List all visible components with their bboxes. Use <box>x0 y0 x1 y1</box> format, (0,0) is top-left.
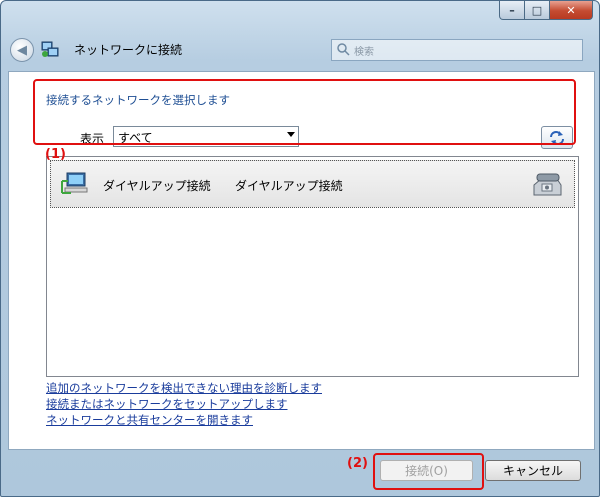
network-type: ダイヤルアップ接続 <box>235 179 343 193</box>
telephone-icon <box>533 173 562 196</box>
task-links: 追加のネットワークを検出できない理由を診断します 接続またはネットワークをセット… <box>46 380 322 428</box>
diagnose-link[interactable]: 追加のネットワークを検出できない理由を診断します <box>46 380 322 396</box>
annotation-label-2: (2) <box>347 456 368 471</box>
search-box[interactable]: 検索 <box>331 39 583 61</box>
network-center-link[interactable]: ネットワークと共有センターを開きます <box>46 412 322 428</box>
annotation-highlight-1 <box>33 79 576 145</box>
network-name: ダイヤルアップ接続 <box>103 179 211 193</box>
back-button[interactable]: ◀ <box>10 38 34 62</box>
window-controls: – □ ✕ <box>499 1 593 20</box>
setup-connection-link[interactable]: 接続またはネットワークをセットアップします <box>46 396 322 412</box>
dialog-window: – □ ✕ ◀ ネットワークに接続 検索 接続するネットワークを選択します 表示… <box>0 0 600 497</box>
network-list[interactable]: ダイヤルアップ接続 ダイヤルアップ接続 <box>46 156 579 377</box>
window-title: ネットワークに接続 <box>74 43 183 57</box>
list-item[interactable]: ダイヤルアップ接続 ダイヤルアップ接続 <box>50 160 575 208</box>
network-icon <box>41 41 59 57</box>
cancel-button[interactable]: キャンセル <box>485 460 581 481</box>
dialup-network-icon <box>61 172 88 194</box>
connect-button[interactable]: 接続(O) <box>380 460 473 481</box>
search-placeholder: 検索 <box>354 47 374 58</box>
close-button[interactable]: ✕ <box>550 1 593 20</box>
back-arrow-icon: ◀ <box>17 42 27 58</box>
minimize-button[interactable]: – <box>499 1 525 20</box>
maximize-button[interactable]: □ <box>525 1 550 20</box>
search-icon <box>337 43 350 56</box>
annotation-label-1: (1) <box>45 147 66 162</box>
